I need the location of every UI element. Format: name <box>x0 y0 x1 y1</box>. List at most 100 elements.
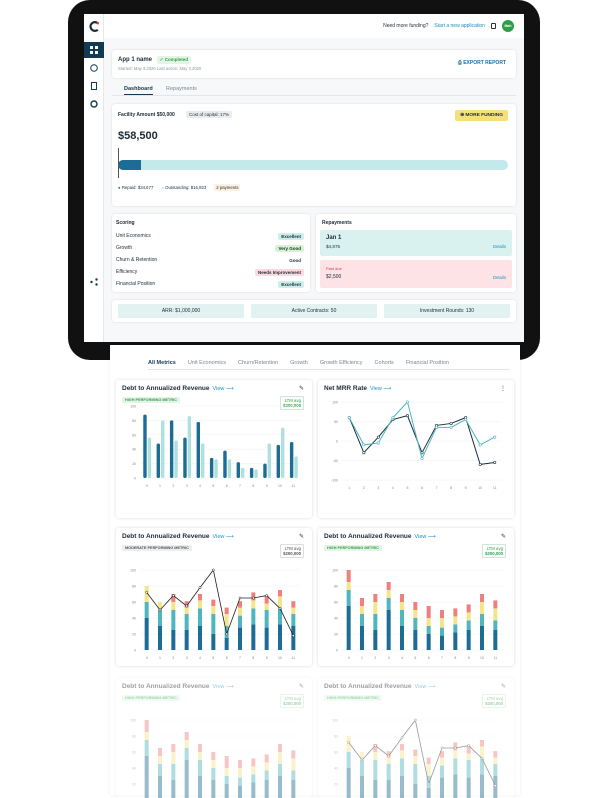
y-tick-label: 40 <box>334 767 338 771</box>
scoring-row: Growth Very Good <box>116 242 304 254</box>
scoring-label: Unit Economics <box>116 233 151 239</box>
bar-segment <box>291 758 296 771</box>
bar-segment <box>426 618 431 626</box>
investment-rounds-stat: Investment Rounds: 130 <box>384 304 510 318</box>
bar-segment <box>400 610 404 626</box>
x-tick-label: 0 <box>146 484 148 488</box>
chart-panel: Net MRR Rate View ⟶ ⋮ -100 -50 0 50 100 1 2 3 4 5 6… <box>318 380 514 518</box>
metric-tab[interactable]: Cohorts <box>375 360 394 366</box>
app-name: App 1 name <box>118 57 153 63</box>
bar-segment <box>158 764 162 776</box>
chart-panel: Debt to Annualized Revenue View ⟶ ✎ HIGH … <box>318 528 514 666</box>
bar-segment <box>386 582 391 590</box>
document-icon[interactable] <box>84 78 104 94</box>
metric-tab[interactable]: Growth <box>290 360 308 366</box>
repayment-item[interactable]: Jan 1 $4,875 Details <box>320 230 512 256</box>
details-link[interactable]: Details <box>493 244 506 249</box>
data-point <box>376 435 380 439</box>
more-funding-button[interactable]: ⊕ MORE FUNDING <box>455 110 508 121</box>
share-icon[interactable] <box>84 274 104 290</box>
y-tick-label: 60 <box>132 433 136 437</box>
data-point <box>251 596 255 600</box>
x-tick-label: 11 <box>493 486 497 490</box>
bar <box>276 444 280 478</box>
bar-segment <box>466 604 471 613</box>
bar-segment <box>278 752 282 764</box>
metric-tab[interactable]: Financial Position <box>406 360 449 366</box>
scoring-label: Financial Position <box>116 281 156 287</box>
bar <box>289 442 294 478</box>
y-tick-label: -50 <box>333 459 338 463</box>
y-tick-label: 60 <box>132 751 136 755</box>
data-point <box>467 744 471 747</box>
data-point <box>225 632 229 636</box>
data-point <box>360 758 364 762</box>
bar-segment <box>493 620 498 630</box>
metric-tab[interactable]: Growth Efficiency <box>320 360 363 366</box>
metric-tab[interactable]: Churn/Retention <box>238 360 278 366</box>
bar <box>201 443 205 478</box>
data-point <box>171 594 175 597</box>
details-link[interactable]: Details <box>493 275 506 280</box>
gear-icon[interactable] <box>84 96 104 112</box>
y-tick-label: 0 <box>134 477 136 481</box>
x-tick-label: 6 <box>226 484 228 488</box>
y-tick-label: 80 <box>132 419 136 423</box>
bar-segment <box>158 626 162 650</box>
start-application-link[interactable]: Start a new application <box>434 23 485 29</box>
bar-segment <box>466 612 471 621</box>
cost-of-capital-badge: Cost of capital: 17% <box>186 111 233 118</box>
bar-segment <box>493 757 498 764</box>
bar-segment <box>224 776 229 784</box>
funding-question: Need more funding? <box>383 23 429 29</box>
x-tick-label: 1 <box>348 486 350 490</box>
bar <box>161 420 165 478</box>
bar-segment <box>373 614 378 630</box>
bar-segment <box>453 616 458 625</box>
bar-segment <box>224 607 229 614</box>
x-tick-label: 6 <box>226 656 228 660</box>
export-report-button[interactable]: ⎙ EXPORT REPORT <box>458 60 506 66</box>
chart-panel: Debt to Annualized Revenue View ⟶ ✎ MODER… <box>116 528 312 666</box>
bar-segment <box>291 626 296 650</box>
y-tick-label: 20 <box>334 783 338 787</box>
bar-segment <box>346 768 351 798</box>
data-point <box>291 634 295 637</box>
tab-repayments[interactable]: Repayments <box>166 86 197 92</box>
bar-segment <box>198 600 202 609</box>
bar-segment <box>144 618 149 650</box>
bar-line-chart: 02040608010001234567891011 <box>332 719 502 798</box>
bar-segment <box>224 768 229 776</box>
metric-tab[interactable]: All Metrics <box>148 360 176 366</box>
x-tick-label: 3 <box>388 656 390 660</box>
x-tick-label: 9 <box>468 656 470 660</box>
repayment-item-past-due[interactable]: Past due $2,500 Details <box>320 260 512 288</box>
bar <box>187 416 192 478</box>
data-point <box>185 604 189 608</box>
x-tick-label: 3 <box>186 484 188 488</box>
bar <box>156 443 160 478</box>
bar-segment <box>198 760 202 776</box>
x-tick-label: 4 <box>199 484 201 488</box>
data-point <box>405 400 409 404</box>
x-tick-label: 6 <box>421 486 423 490</box>
tab-dashboard[interactable]: Dashboard <box>124 86 153 95</box>
metric-tab[interactable]: Unit Economics <box>188 360 226 366</box>
x-tick-label: 4 <box>392 486 394 490</box>
repayment-amount: $2,500 <box>326 274 342 280</box>
bar-segment <box>184 732 189 740</box>
notification-icon[interactable] <box>491 23 496 29</box>
avatar[interactable]: Mah <box>502 20 514 32</box>
y-tick-label: 50 <box>334 420 338 424</box>
data-point <box>478 462 482 466</box>
x-tick-label: 1 <box>159 484 161 488</box>
bar-segment <box>211 752 216 760</box>
bar-segment <box>440 610 444 618</box>
dollar-icon[interactable] <box>84 60 104 76</box>
bar-segment <box>251 758 256 767</box>
bar-segment <box>171 780 176 798</box>
bar-segment <box>373 760 378 780</box>
bar-segment <box>144 602 149 618</box>
grid-icon[interactable] <box>84 42 104 58</box>
scoring-value: Excellent <box>278 280 304 288</box>
